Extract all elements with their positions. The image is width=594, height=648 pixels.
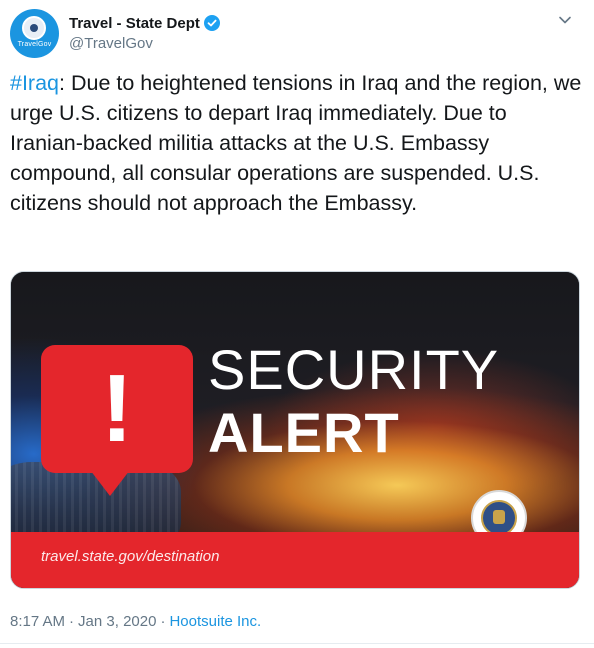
footer-url: travel.state.gov/destination bbox=[41, 548, 220, 565]
tweet-source-link[interactable]: Hootsuite Inc. bbox=[169, 613, 261, 630]
media-card[interactable]: ! SECURITY ALERT travel.state.gov/destin… bbox=[10, 271, 580, 589]
tweet-header: TravelGov Travel - State Dept @TravelGov bbox=[10, 9, 584, 59]
tweet-body: : Due to heightened tensions in Iraq and… bbox=[10, 71, 582, 215]
state-dept-seal-icon bbox=[22, 16, 46, 40]
avatar-label: TravelGov bbox=[17, 41, 52, 48]
tweet-text: #Iraq: Due to heightened tensions in Ira… bbox=[10, 68, 584, 218]
author-name-row: Travel - State Dept bbox=[69, 14, 220, 32]
seal-eagle-icon bbox=[481, 500, 517, 536]
author-handle[interactable]: @TravelGov bbox=[69, 35, 153, 52]
meta-separator: · bbox=[69, 613, 75, 630]
media-footer-banner: travel.state.gov/destination bbox=[11, 532, 579, 588]
bottom-divider bbox=[0, 643, 594, 644]
tweet-meta: 8:17 AM · Jan 3, 2020 · Hootsuite Inc. bbox=[10, 613, 261, 630]
chevron-down-icon[interactable] bbox=[558, 13, 572, 27]
verified-badge-icon bbox=[203, 15, 220, 31]
tweet-time[interactable]: 8:17 AM bbox=[10, 613, 65, 630]
exclamation-icon: ! bbox=[101, 355, 133, 462]
meta-separator: · bbox=[160, 613, 166, 630]
headline-alert: ALERT bbox=[208, 401, 400, 464]
avatar[interactable]: TravelGov bbox=[10, 9, 59, 58]
hashtag-link[interactable]: #Iraq bbox=[10, 71, 59, 95]
tweet-date[interactable]: Jan 3, 2020 bbox=[78, 613, 156, 630]
author-display-name[interactable]: Travel - State Dept bbox=[69, 15, 200, 32]
headline-security: SECURITY bbox=[208, 338, 500, 401]
